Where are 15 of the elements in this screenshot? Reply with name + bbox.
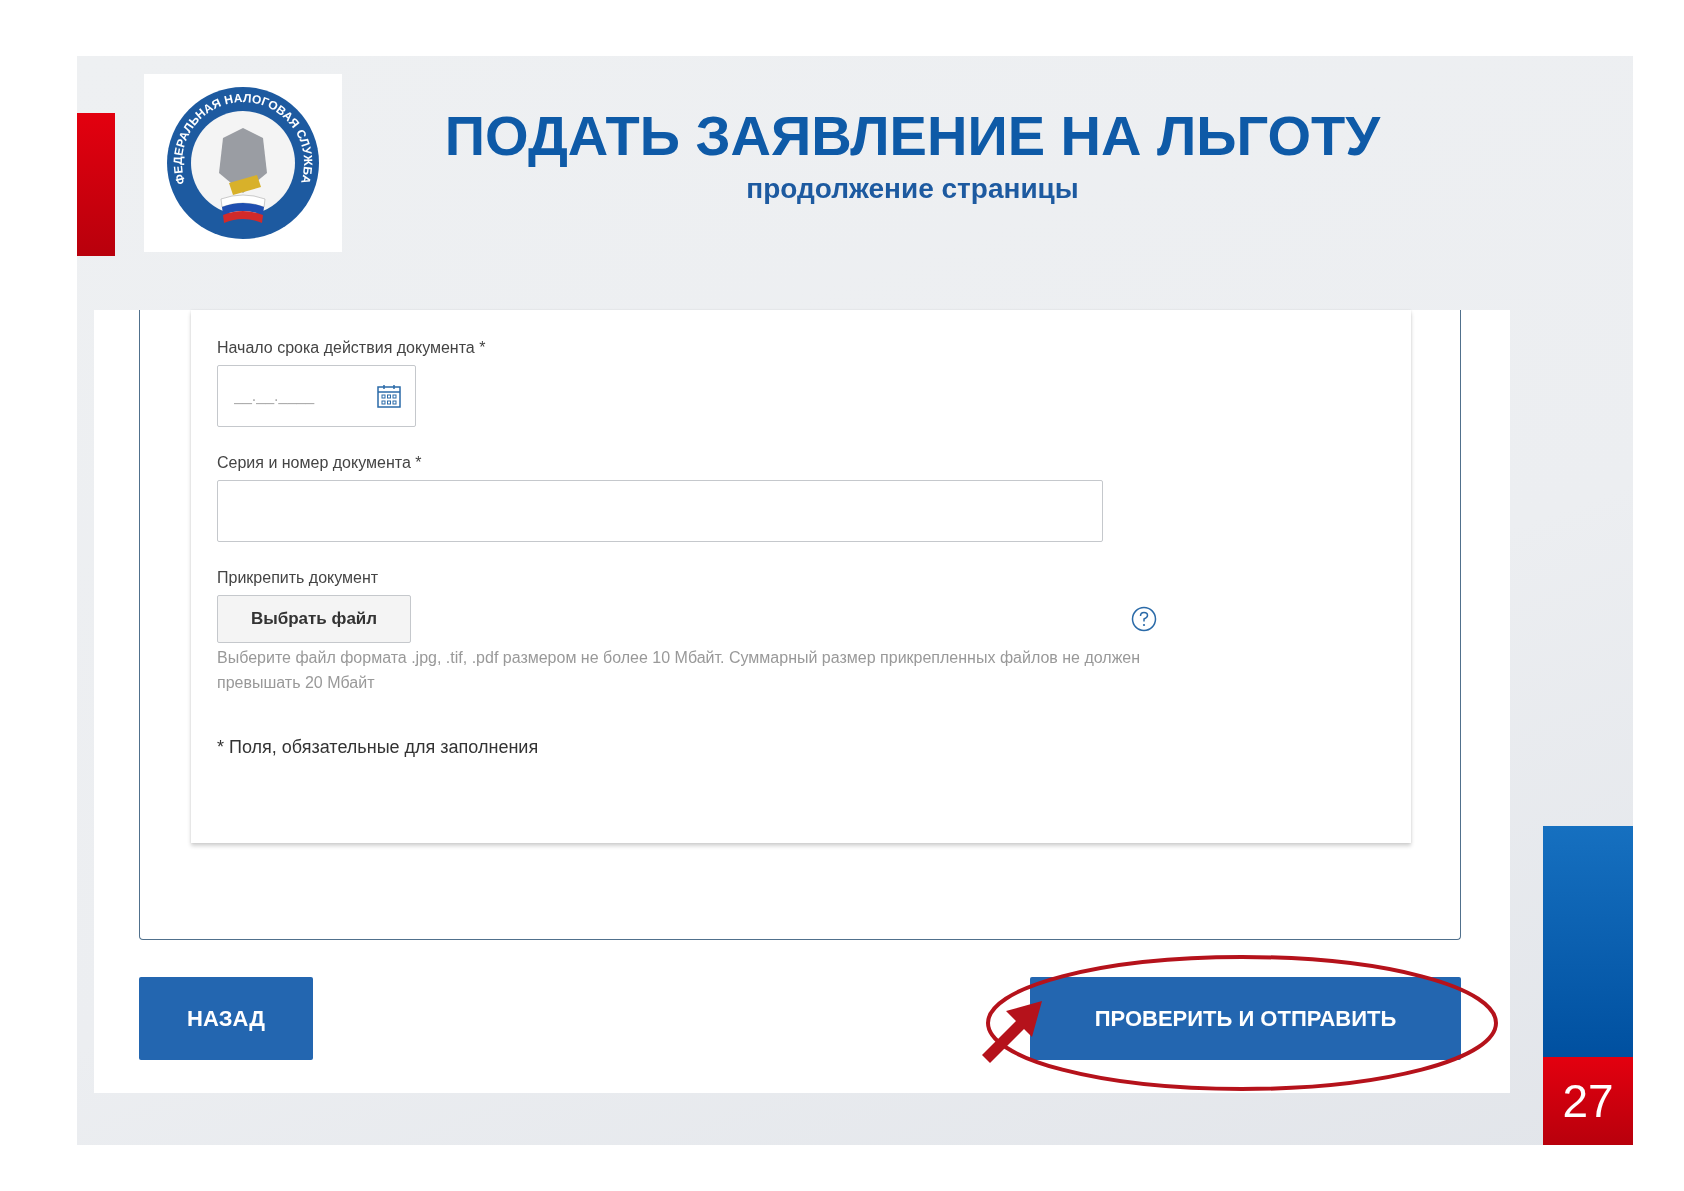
- hint-text: Выберите файл формата .jpg, .tif, .pdf размером не более 10 Мбайт. Суммарный размер прикрепленных файлов не должен превышать 20 Мбайт: [217, 648, 1142, 693]
- calendar-icon[interactable]: [376, 383, 402, 409]
- choose-file-button[interactable]: Выбрать файл: [217, 595, 411, 643]
- slide-title: ПОДАТЬ ЗАЯВЛЕНИЕ НА ЛЬГОТУ: [444, 103, 1381, 169]
- submit-button[interactable]: ПРОВЕРИТЬ И ОТПРАВИТЬ: [1030, 977, 1461, 1060]
- field-label: Серия и номер документа *: [217, 453, 423, 473]
- slide-subtitle: продолжение страницы: [746, 173, 1079, 205]
- field-label: Прикрепить документ: [217, 568, 380, 588]
- page-number: 27: [1543, 1057, 1633, 1145]
- input-field[interactable]: [217, 480, 1103, 542]
- date-field[interactable]: __.__.____: [217, 365, 416, 427]
- help-icon[interactable]: [1131, 606, 1157, 632]
- field-label: Начало срока действия документа *: [217, 338, 487, 358]
- required-note: * Поля, обязательные для заполнения: [217, 737, 540, 758]
- back-button[interactable]: НАЗАД: [139, 977, 313, 1060]
